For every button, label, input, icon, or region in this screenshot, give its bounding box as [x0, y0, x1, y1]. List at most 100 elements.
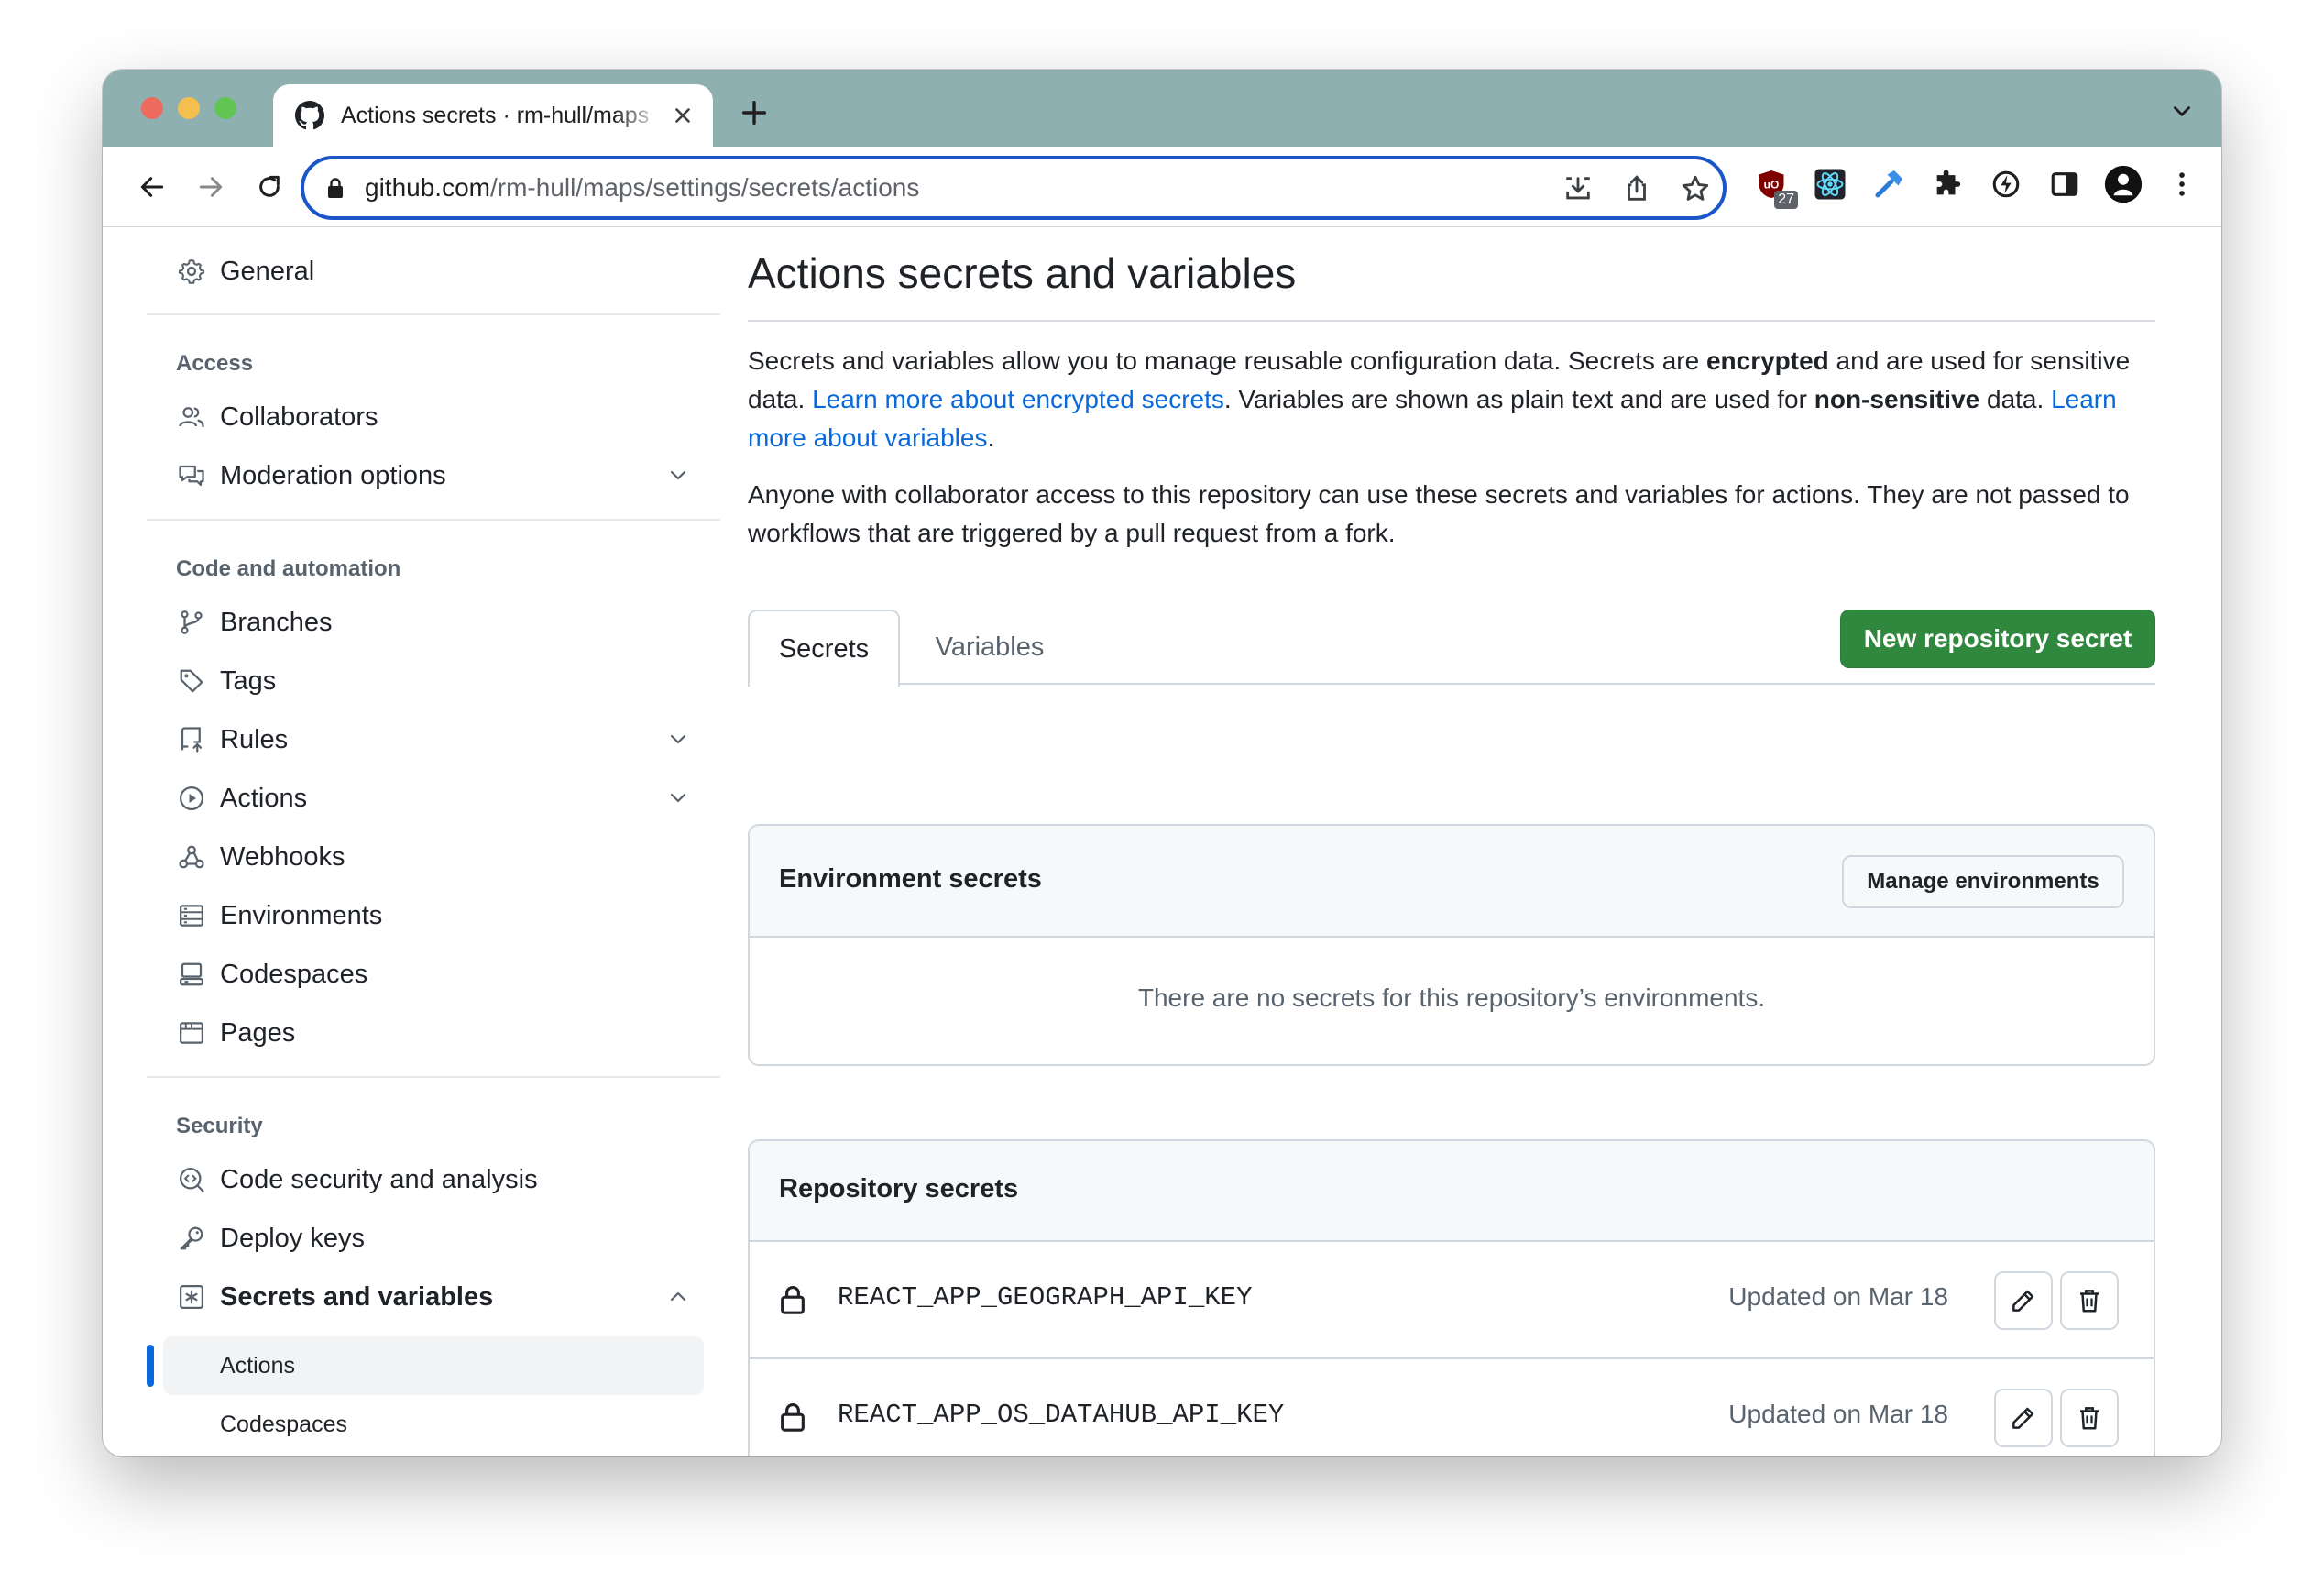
environment-secrets-box: Environment secrets Manage environments … [748, 824, 2155, 1066]
lock-icon[interactable] [326, 177, 345, 199]
sidebar-item-label: Tags [220, 665, 277, 696]
secret-name: REACT_APP_OS_DATAHUB_API_KEY [838, 1400, 1285, 1430]
tab-strip: Actions secrets · rm-hull/maps [103, 70, 2221, 147]
sidebar-item-label: Pages [220, 1017, 296, 1048]
install-app-icon[interactable] [1560, 170, 1596, 207]
ublock-extension-icon[interactable]: uO 27 [1752, 165, 1798, 209]
sidebar-subitem-actions[interactable]: Actions [163, 1336, 704, 1395]
sidebar-item-secrets-variables[interactable]: Secrets and variables [147, 1271, 720, 1323]
lock-icon [781, 1403, 805, 1432]
github-icon [295, 101, 324, 130]
delete-secret-button[interactable] [2060, 1389, 2119, 1447]
access-note-paragraph: Anyone with collaborator access to this … [748, 480, 2130, 547]
maximize-window-button[interactable] [214, 97, 236, 119]
server-icon [176, 900, 207, 931]
address-bar[interactable]: github.com/rm-hull/maps/settings/secrets… [301, 156, 1727, 220]
sidebar-item-actions[interactable]: Actions [147, 773, 720, 824]
repo-push-icon [176, 724, 207, 755]
close-tab-icon[interactable] [671, 104, 695, 127]
extension-badge: 27 [1774, 191, 1798, 209]
sidebar-item-pages[interactable]: Pages [147, 1007, 720, 1059]
sidebar-item-label: Code security and analysis [220, 1164, 538, 1194]
edit-secret-button[interactable] [1994, 1389, 2053, 1447]
environment-secrets-header: Environment secrets Manage environments [750, 826, 2154, 938]
group-label-code-automation: Code and automation [176, 556, 401, 581]
chevron-up-icon[interactable] [667, 1286, 689, 1308]
hammer-extension-icon[interactable] [1869, 165, 1908, 203]
sidebar-item-label: Environments [220, 900, 383, 930]
new-tab-icon[interactable] [739, 97, 770, 128]
codespaces-icon [176, 959, 207, 990]
sidebar-item-branches[interactable]: Branches [147, 597, 720, 648]
sidebar-item-label: Rules [220, 724, 289, 754]
chevron-down-icon[interactable] [2170, 103, 2194, 121]
chevron-down-icon[interactable] [667, 787, 689, 809]
tag-icon [176, 665, 207, 697]
webhook-icon [176, 841, 207, 873]
forward-icon[interactable] [192, 169, 229, 205]
performance-extension-icon[interactable] [1987, 165, 2025, 203]
sidebar-item-label: Deploy keys [220, 1223, 365, 1253]
delete-secret-button[interactable] [2060, 1271, 2119, 1330]
sidebar-item-codespaces[interactable]: Codespaces [147, 949, 720, 1000]
codescan-icon [176, 1164, 207, 1195]
sidebar-item-label: Actions [220, 1352, 295, 1379]
sidebar-item-tags[interactable]: Tags [147, 655, 720, 707]
secret-updated: Updated on Mar 18 [1728, 1400, 1948, 1428]
page-title: Actions secrets and variables [748, 249, 1297, 297]
empty-state-message: There are no secrets for this repository… [1137, 983, 1766, 1012]
sidebar-item-moderation[interactable]: Moderation options [147, 450, 720, 501]
chevron-down-icon[interactable] [667, 465, 689, 487]
sidebar-subitem-codespaces[interactable]: Codespaces [163, 1395, 704, 1454]
new-repository-secret-button[interactable]: New repository secret [1840, 610, 2155, 668]
tab-title: Actions secrets · rm-hull/maps [341, 102, 650, 128]
trash-icon [2080, 1290, 2099, 1313]
repository-secrets-box: Repository secrets REACT_APP_GEOGRAPH_AP… [748, 1139, 2155, 1456]
share-icon[interactable] [1618, 170, 1655, 207]
browser-window: Actions secrets · rm-hull/maps github.co… [103, 70, 2221, 1456]
bookmark-star-icon[interactable] [1677, 170, 1714, 207]
url-text: github.com/rm-hull/maps/settings/secrets… [365, 173, 920, 202]
sidebar-item-general[interactable]: General [147, 246, 720, 297]
close-window-button[interactable] [141, 97, 163, 119]
browser-tab[interactable]: Actions secrets · rm-hull/maps [273, 84, 713, 147]
back-icon[interactable] [134, 169, 170, 205]
sidebar-item-collaborators[interactable]: Collaborators [147, 391, 720, 443]
edit-secret-button[interactable] [1994, 1271, 2053, 1330]
tab-secrets[interactable]: Secrets [748, 610, 900, 687]
secret-name: REACT_APP_GEOGRAPH_API_KEY [838, 1282, 1253, 1313]
group-label-security: Security [176, 1114, 263, 1138]
sidebar-item-webhooks[interactable]: Webhooks [147, 831, 720, 883]
pencil-icon [2012, 1407, 2034, 1429]
puzzle-extensions-icon[interactable] [1928, 165, 1967, 203]
sidebar-item-rules[interactable]: Rules [147, 714, 720, 765]
secret-updated: Updated on Mar 18 [1728, 1282, 1948, 1311]
sidebar-item-label: General [220, 256, 315, 286]
browser-menu-icon[interactable] [2163, 165, 2201, 203]
sidebar-item-label: Branches [220, 607, 333, 637]
sidebar-item-deploy-keys[interactable]: Deploy keys [147, 1213, 720, 1264]
chevron-down-icon[interactable] [667, 729, 689, 751]
sidebar-item-label: Codespaces [220, 1411, 347, 1437]
title-divider [748, 320, 2155, 322]
sidebar-item-label: Secrets and variables [220, 1281, 494, 1312]
minimize-window-button[interactable] [178, 97, 200, 119]
people-icon [176, 401, 207, 433]
react-devtools-icon[interactable] [1811, 165, 1849, 203]
manage-environments-button[interactable]: Manage environments [1842, 855, 2124, 908]
gear-icon [176, 256, 207, 287]
table-row: REACT_APP_GEOGRAPH_API_KEY Updated on Ma… [750, 1240, 2154, 1357]
sidebar-item-environments[interactable]: Environments [147, 890, 720, 941]
reload-icon[interactable] [251, 169, 288, 205]
sidebar-item-code-security[interactable]: Code security and analysis [147, 1154, 720, 1205]
sidebar-divider [147, 519, 720, 521]
play-icon [176, 783, 207, 814]
encrypted-secrets-link[interactable]: Learn more about encrypted secrets [812, 385, 1224, 413]
side-panel-icon[interactable] [2045, 165, 2084, 203]
browser-toolbar: github.com/rm-hull/maps/settings/secrets… [103, 147, 2221, 227]
profile-avatar-icon[interactable] [2104, 165, 2143, 203]
tab-variables[interactable]: Variables [900, 610, 1080, 685]
key-asterisk-icon [176, 1281, 207, 1313]
table-row: REACT_APP_OS_DATAHUB_API_KEY Updated on … [750, 1357, 2154, 1456]
sidebar-item-label: Collaborators [220, 401, 378, 432]
